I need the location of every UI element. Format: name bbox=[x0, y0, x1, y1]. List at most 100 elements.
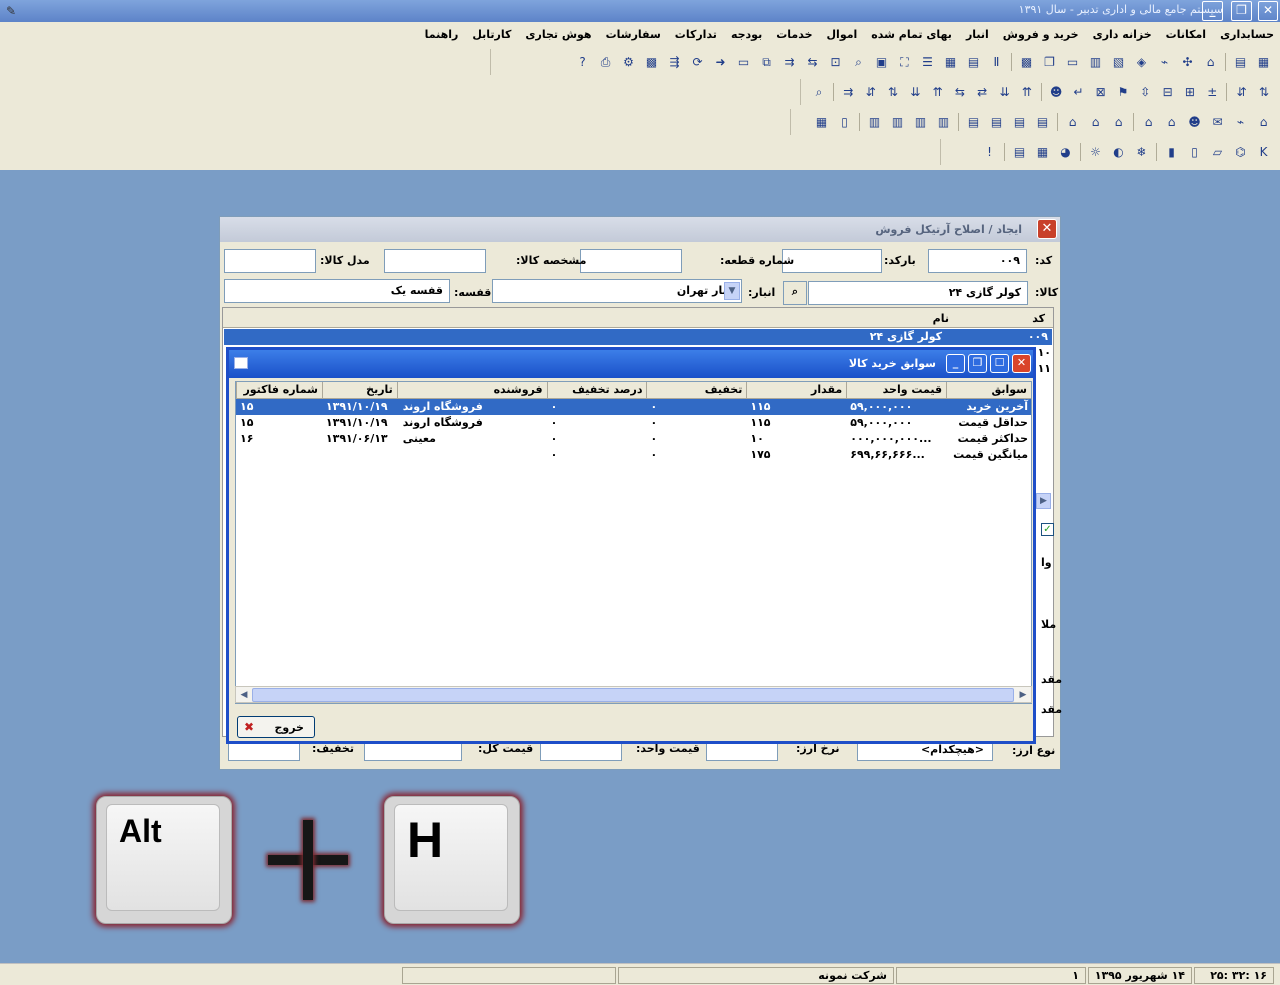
table-row[interactable]: حداکثر قیمت ...۰۰۰,۰۰۰,۰۰۰ ۱۰ ۰ ۰ معینی … bbox=[236, 431, 1031, 447]
menu-facilities[interactable]: امکانات bbox=[1166, 28, 1206, 41]
home-3-icon[interactable]: ⌂ bbox=[1140, 114, 1157, 131]
arrows-3-icon[interactable]: ⇄ bbox=[974, 84, 990, 101]
col-discount-percent[interactable]: درصد تخفیف bbox=[546, 382, 647, 398]
menu-cartable[interactable]: کارتابل bbox=[472, 28, 511, 41]
menu-cost[interactable]: بهای تمام شده bbox=[871, 28, 952, 41]
scroll-thumb[interactable] bbox=[252, 688, 1014, 702]
menu-assets[interactable]: اموال bbox=[827, 28, 858, 41]
code-field[interactable]: ۰۰۹ bbox=[928, 249, 1027, 273]
part-no-field[interactable] bbox=[580, 249, 682, 273]
col-quantity[interactable]: مقدار bbox=[746, 382, 846, 398]
menu-purchase-sales[interactable]: خرید و فروش bbox=[1003, 28, 1079, 41]
history-table[interactable]: سوابق قیمت واحد مقدار تخفیف درصد تخفیف ف… bbox=[235, 381, 1032, 704]
checkbox[interactable]: ✓ bbox=[1041, 523, 1054, 536]
contrast-icon[interactable]: ◐ bbox=[1110, 144, 1127, 161]
export-icon[interactable]: ⇶ bbox=[666, 54, 683, 71]
document-icon[interactable]: ▧ bbox=[1110, 54, 1127, 71]
history-maximize-button[interactable]: ☐ bbox=[990, 354, 1009, 373]
form-3-icon[interactable]: ▤ bbox=[988, 114, 1005, 131]
col-vendor[interactable]: فروشنده bbox=[396, 382, 547, 398]
edit-list-icon[interactable]: ⇉ bbox=[781, 54, 798, 71]
history-close-button[interactable]: ✕ bbox=[1012, 354, 1031, 373]
col-date[interactable]: تاریخ bbox=[321, 382, 397, 398]
snowflake-icon[interactable]: ❄ bbox=[1133, 144, 1150, 161]
grid-scroll-right[interactable]: ▶ bbox=[1036, 493, 1051, 509]
arrows-1-icon[interactable]: ⇈ bbox=[1019, 84, 1035, 101]
user-icon[interactable]: ☻ bbox=[1186, 114, 1203, 131]
home-1-icon[interactable]: ⌂ bbox=[1255, 114, 1272, 131]
arrows-7-icon[interactable]: ⇅ bbox=[885, 84, 901, 101]
chart-line-icon[interactable]: ⌁ bbox=[1232, 114, 1249, 131]
folder-icon[interactable]: ▱ bbox=[1209, 144, 1226, 161]
sheet-icon[interactable]: ▤ bbox=[965, 54, 982, 71]
search-icon[interactable]: ⌕ bbox=[850, 54, 867, 71]
logo-icon[interactable]: K bbox=[1255, 144, 1272, 161]
home-5-icon[interactable]: ⌂ bbox=[1087, 114, 1104, 131]
app-icon[interactable]: ✎ bbox=[3, 3, 19, 19]
col-record[interactable]: سوابق bbox=[946, 382, 1031, 398]
card-icon[interactable]: ▭ bbox=[1064, 54, 1081, 71]
tag-icon[interactable]: ⌬ bbox=[1232, 144, 1249, 161]
arrows-4-icon[interactable]: ⇆ bbox=[952, 84, 968, 101]
list-icon[interactable]: ☰ bbox=[919, 54, 936, 71]
home-2-icon[interactable]: ⌂ bbox=[1163, 114, 1180, 131]
windows-icon[interactable]: ⧉ bbox=[758, 54, 775, 71]
spec-field[interactable] bbox=[384, 249, 486, 273]
form-2-icon[interactable]: ▤ bbox=[1011, 114, 1028, 131]
add-row-icon[interactable]: ⊞ bbox=[1182, 84, 1198, 101]
item-lookup-button[interactable]: ⌕ bbox=[783, 281, 807, 305]
home-6-icon[interactable]: ⌂ bbox=[1064, 114, 1081, 131]
form-7-icon[interactable]: ▥ bbox=[889, 114, 906, 131]
col-discount[interactable]: تخفیف bbox=[646, 382, 746, 398]
barcode-field[interactable] bbox=[782, 249, 882, 273]
model-field[interactable] bbox=[224, 249, 316, 273]
sun-icon[interactable]: ☼ bbox=[1087, 144, 1104, 161]
restore-button[interactable]: ❐ bbox=[1231, 1, 1252, 21]
table-row[interactable]: میانگین قیمت ...۶۹۹,۶۶,۶۶۶ ۱۷۵ ۰ ۰ bbox=[236, 447, 1031, 463]
remove-row-icon[interactable]: ⊟ bbox=[1159, 84, 1175, 101]
calendar-icon[interactable]: ▦ bbox=[1034, 144, 1051, 161]
close-button[interactable]: ✕ bbox=[1258, 1, 1278, 21]
arrows-9-icon[interactable]: ⇉ bbox=[840, 84, 856, 101]
refresh-icon[interactable]: ⟳ bbox=[689, 54, 706, 71]
book-icon[interactable]: ▯ bbox=[836, 114, 853, 131]
clear-icon[interactable]: ⊠ bbox=[1093, 84, 1109, 101]
sort-asc-icon[interactable]: ⇅ bbox=[1256, 84, 1272, 101]
grid-icon[interactable]: ▤ bbox=[1232, 54, 1249, 71]
transfer-icon[interactable]: ⇆ bbox=[804, 54, 821, 71]
move-row-icon[interactable]: ⇳ bbox=[1137, 84, 1153, 101]
report-icon[interactable]: ▦ bbox=[942, 54, 959, 71]
form-8-icon[interactable]: ▥ bbox=[866, 114, 883, 131]
menu-services[interactable]: خدمات bbox=[776, 28, 812, 41]
arrows-2-icon[interactable]: ⇊ bbox=[996, 84, 1012, 101]
shelf-field[interactable]: قفسه یک bbox=[224, 279, 450, 303]
screen-icon[interactable]: ▭ bbox=[735, 54, 752, 71]
help-icon[interactable]: ? bbox=[574, 54, 591, 71]
scroll-right-icon[interactable]: ▶ bbox=[1016, 688, 1030, 702]
bar-chart-icon[interactable]: ▮ bbox=[1163, 144, 1180, 161]
table-row[interactable]: حداقل قیمت ۵۹,۰۰۰,۰۰۰ ۱۱۵ ۰ ۰ فروشگاه ار… bbox=[236, 415, 1031, 431]
books-icon[interactable]: ▩ bbox=[1018, 54, 1035, 71]
lock-icon[interactable]: ⊡ bbox=[827, 54, 844, 71]
history-minimize-button[interactable]: _ bbox=[946, 354, 965, 373]
arrows-6-icon[interactable]: ⇊ bbox=[907, 84, 923, 101]
network-icon[interactable]: ✣ bbox=[1179, 54, 1196, 71]
clipboard-icon[interactable]: ▯ bbox=[1186, 144, 1203, 161]
mail-icon[interactable]: ✉ bbox=[1209, 114, 1226, 131]
home-4-icon[interactable]: ⌂ bbox=[1110, 114, 1127, 131]
table-icon[interactable]: ▦ bbox=[1255, 54, 1272, 71]
history-restore-button[interactable]: ❐ bbox=[968, 354, 987, 373]
menu-treasury[interactable]: خزانه داری bbox=[1093, 28, 1152, 41]
menu-orders[interactable]: سفارشات bbox=[606, 28, 661, 41]
sheet-2-icon[interactable]: ▦ bbox=[813, 114, 830, 131]
print-icon[interactable]: ⎙ bbox=[597, 54, 614, 71]
menu-accounting[interactable]: حسابداری bbox=[1220, 28, 1274, 41]
preview-icon[interactable]: ⌕ bbox=[811, 84, 827, 101]
item-field[interactable]: کولر گازی ۲۴ bbox=[808, 281, 1028, 305]
plus-minus-icon[interactable]: ± bbox=[1204, 84, 1220, 101]
warehouse-select[interactable]: انبار تهران bbox=[492, 279, 742, 303]
exit-button[interactable]: خروج ✖ bbox=[237, 716, 315, 738]
minimize-button[interactable]: _ bbox=[1202, 1, 1223, 21]
copy-icon[interactable]: ❐ bbox=[1041, 54, 1058, 71]
form-1-icon[interactable]: ▤ bbox=[1034, 114, 1051, 131]
